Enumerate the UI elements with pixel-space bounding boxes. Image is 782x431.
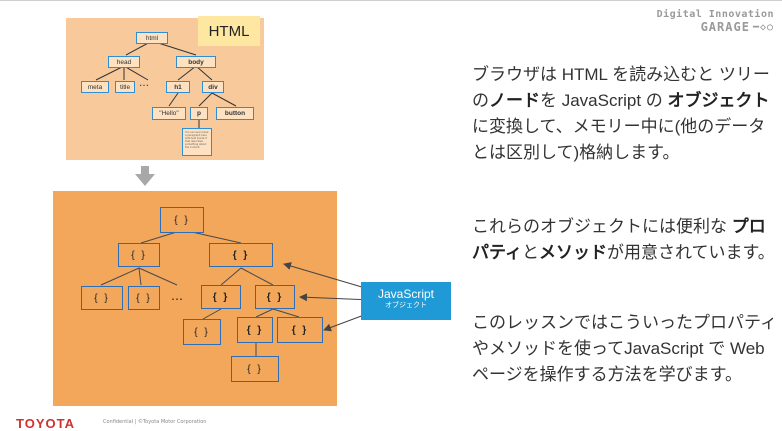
object-node-h1: { } bbox=[201, 285, 241, 309]
object-node-text: { } bbox=[231, 356, 279, 382]
keyword-method: メソッド bbox=[538, 243, 607, 262]
callout-subtitle: オブジェクト bbox=[385, 302, 427, 309]
html-node-body: body bbox=[176, 56, 216, 68]
object-node-hello: { } bbox=[183, 319, 221, 345]
object-tree-panel: { } { } { } { } { } … { } { } { } { } { … bbox=[53, 191, 337, 406]
javascript-object-callout: JavaScript オブジェクト bbox=[361, 282, 451, 320]
html-node-div: div bbox=[202, 81, 224, 93]
object-node-body: { } bbox=[209, 243, 273, 267]
object-node-div: { } bbox=[255, 285, 295, 309]
html-node-hello: "Hello" bbox=[152, 107, 186, 120]
paragraph-2: これらのオブジェクトには便利な プロパティとメソッドが用意されています。 bbox=[472, 217, 775, 262]
object-node-root: { } bbox=[160, 207, 204, 233]
html-node-title: title bbox=[115, 81, 135, 93]
html-node-dots: … bbox=[139, 78, 149, 89]
top-divider bbox=[0, 0, 782, 1]
footer-text: Confidential | ©Toyota Motor Corporation bbox=[103, 419, 207, 425]
object-node-meta: { } bbox=[81, 286, 123, 310]
object-node-dots: … bbox=[171, 289, 184, 303]
paragraph-1: ブラウザは HTML を読み込むと ツリーのノードを JavaScript の … bbox=[472, 65, 770, 162]
paragraph-3: このレッスンではこういったプロパティやメソッドを使ってJavaScript で … bbox=[472, 313, 777, 384]
keyword-object: オブジェクト bbox=[667, 91, 770, 110]
html-node-h1: h1 bbox=[166, 81, 190, 93]
html-label: HTML bbox=[198, 16, 260, 46]
object-node-p: { } bbox=[237, 317, 273, 343]
object-node-head: { } bbox=[118, 243, 160, 267]
toyota-logo: TOYOTA bbox=[16, 416, 75, 431]
callout-title: JavaScript bbox=[377, 287, 435, 301]
keyword-node: ノード bbox=[489, 91, 540, 110]
brand-logo: Digital Innovation GARAGE ━◇○ bbox=[657, 9, 774, 34]
html-node-meta: meta bbox=[81, 81, 109, 93]
html-node-html: html bbox=[136, 32, 168, 44]
object-node-button: { } bbox=[277, 317, 323, 343]
html-node-button: button bbox=[216, 107, 254, 120]
down-arrow-icon bbox=[135, 166, 155, 186]
brand-line2: GARAGE bbox=[700, 20, 750, 34]
brand-line1: Digital Innovation bbox=[656, 9, 774, 20]
html-node-p: p bbox=[190, 107, 208, 120]
wrench-icon: ━◇○ bbox=[752, 21, 774, 33]
html-node-text: You can even have a paragraph here with … bbox=[182, 128, 212, 156]
object-node-title: { } bbox=[128, 286, 160, 310]
html-node-head: head bbox=[108, 56, 140, 68]
